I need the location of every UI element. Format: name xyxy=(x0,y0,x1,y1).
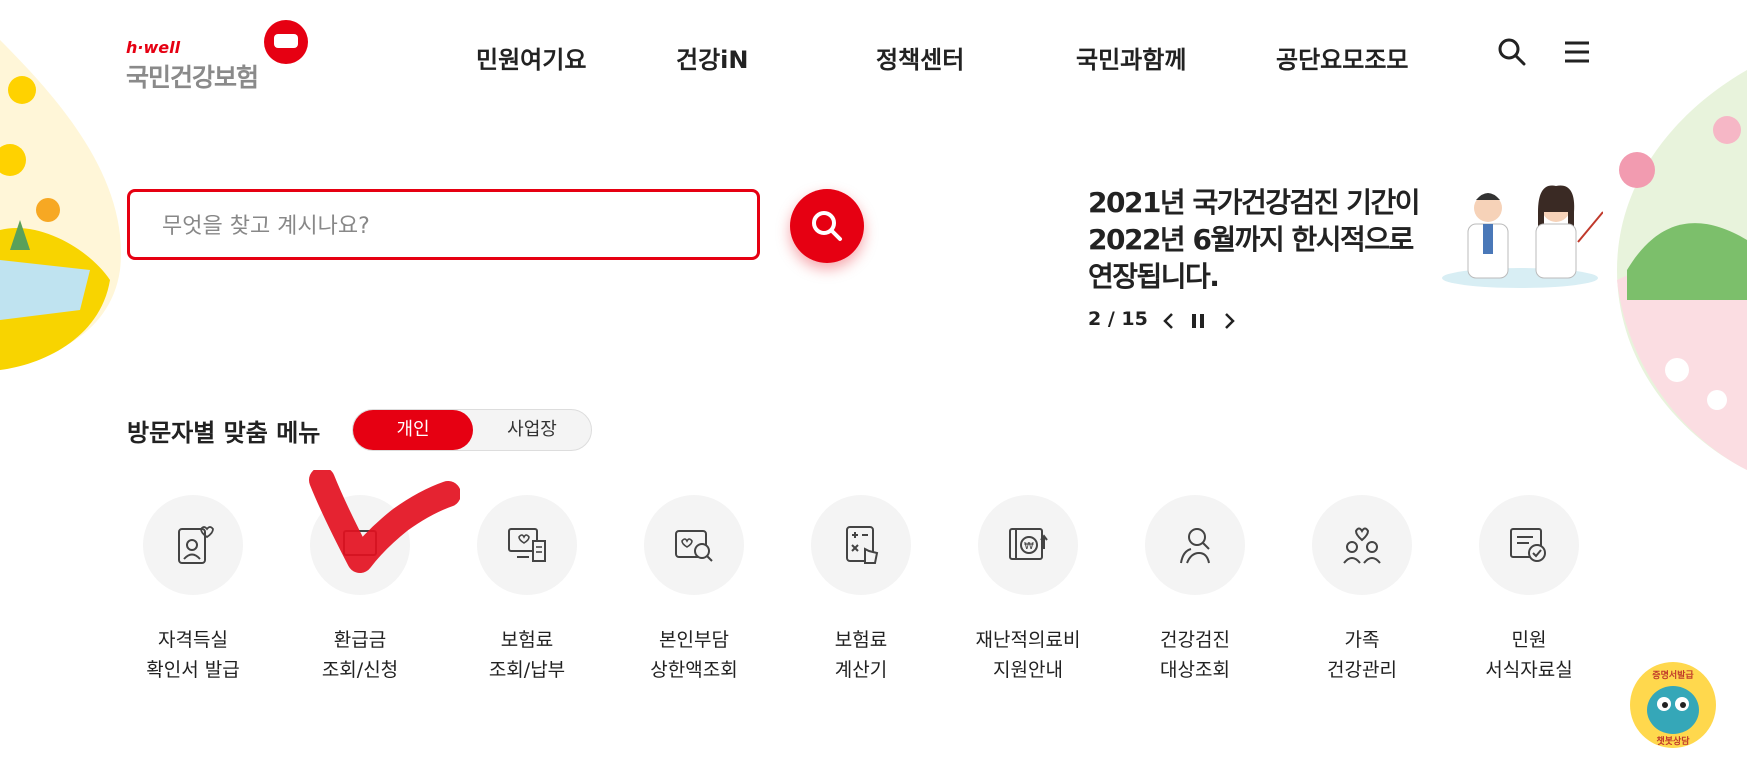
menu-item-health-checkup-eligibility[interactable]: 건강검진 대상조회 xyxy=(1112,495,1278,685)
menu-label-line1: 환급금 xyxy=(333,629,387,651)
menu-icon-circle xyxy=(1145,495,1245,595)
search-heart-icon xyxy=(675,530,713,562)
logo-brand-name: 국민건강보험 xyxy=(126,63,259,92)
menu-icon-circle xyxy=(1479,495,1579,595)
menu-item-premium-payment[interactable]: 보험료 조회/납부 xyxy=(444,495,610,685)
won-support-icon: ₩ xyxy=(1009,528,1048,560)
menu-label-line2: 계산기 xyxy=(834,659,888,681)
menu-item-label: 자격득실 확인서 발급 xyxy=(110,625,276,685)
chatbot-label-bottom: 챗봇상담 xyxy=(1656,735,1690,747)
menu-label-line1: 민원 xyxy=(1511,629,1547,651)
menu-label-line2: 지원안내 xyxy=(993,659,1063,681)
nav-item-civil-service[interactable]: 민원여기요 xyxy=(476,40,586,75)
visitor-type-toggle: 개인 사업장 xyxy=(352,409,592,451)
chatbot-button[interactable]: 증명서발급 챗봇상담 xyxy=(1628,660,1718,750)
flower-decoration-left xyxy=(0,40,121,370)
nav-item-policy-center[interactable]: 정책센터 xyxy=(876,40,964,75)
menu-label-line1: 건강검진 xyxy=(1160,629,1230,651)
menu-label-line2: 조회/납부 xyxy=(488,659,566,681)
pause-icon[interactable] xyxy=(1187,310,1209,332)
menu-item-qualification-certificate[interactable]: 자격득실 확인서 발급 xyxy=(110,495,276,685)
logo-brand-small: h·well xyxy=(126,38,181,57)
menu-icon-circle xyxy=(477,495,577,595)
id-card-heart-icon xyxy=(178,526,214,564)
search-button[interactable] xyxy=(790,189,864,263)
checkmark-annotation xyxy=(309,470,460,573)
menu-label-line2: 확인서 발급 xyxy=(146,659,240,681)
menu-icon-circle xyxy=(143,495,243,595)
family-heart-icon xyxy=(1343,527,1381,564)
doctors-illustration xyxy=(1442,185,1603,288)
nav-item-about-agency[interactable]: 공단요모조모 xyxy=(1276,40,1408,75)
search-icon xyxy=(812,211,842,241)
notice-line-2: 2022년 6월까지 한시적으로 xyxy=(1088,223,1414,256)
menu-label-line2: 상한액조회 xyxy=(650,659,738,681)
menu-icon-circle xyxy=(1312,495,1412,595)
toggle-individual[interactable]: 개인 xyxy=(353,410,473,450)
menu-item-family-health[interactable]: 가족 건강관리 xyxy=(1279,495,1445,685)
menu-label-line1: 가족 xyxy=(1344,629,1380,651)
menu-item-copay-limit[interactable]: 본인부담 상한액조회 xyxy=(611,495,777,685)
menu-item-catastrophic-medical-support[interactable]: ₩ 재난적의료비 지원안내 xyxy=(945,495,1111,685)
search-icon[interactable] xyxy=(1496,36,1528,68)
document-check-icon xyxy=(1510,528,1546,562)
calculator-icon xyxy=(846,526,879,564)
menu-label-line2: 서식자료실 xyxy=(1485,659,1573,681)
menu-item-label: 환급금 조회/신청 xyxy=(277,625,443,685)
notice-line-1: 2021년 국가건강검진 기간이 xyxy=(1088,186,1421,219)
nav-item-health-in[interactable]: 건강iN xyxy=(676,40,748,75)
menu-label-line1: 보험료 xyxy=(500,629,554,651)
menu-label-line1: 본인부담 xyxy=(659,629,729,651)
chevron-right-icon[interactable] xyxy=(1218,310,1240,332)
chevron-left-icon[interactable] xyxy=(1158,310,1180,332)
menu-icon-circle xyxy=(644,495,744,595)
chatbot-label-top: 증명서발급 xyxy=(1652,669,1694,681)
menu-label-line2: 건강관리 xyxy=(1327,659,1397,681)
menu-label-line1: 자격득실 xyxy=(158,629,228,651)
menu-item-civil-forms[interactable]: 민원 서식자료실 xyxy=(1446,495,1612,685)
hamburger-menu-icon[interactable] xyxy=(1561,36,1593,68)
notice-line-3: 연장됩니다. xyxy=(1088,260,1220,293)
site-logo[interactable]: h·well 국민건강보험 xyxy=(126,18,316,92)
menu-item-label: 재난적의료비 지원안내 xyxy=(945,625,1111,685)
search-input[interactable] xyxy=(160,206,724,246)
people-search-icon xyxy=(1180,528,1210,564)
monitor-receipt-icon xyxy=(508,528,546,562)
menu-label-line1: 보험료 xyxy=(834,629,888,651)
notice-banner-text[interactable]: 2021년 국가건강검진 기간이 2022년 6월까지 한시적으로 연장됩니다. xyxy=(1088,184,1428,295)
flower-decoration-right xyxy=(1617,70,1747,470)
logo-mask-icon xyxy=(264,20,308,64)
menu-icon-circle xyxy=(811,495,911,595)
visitor-menu-title: 방문자별 맞춤 메뉴 xyxy=(127,419,321,447)
nav-item-with-citizens[interactable]: 국민과함께 xyxy=(1076,40,1186,75)
menu-item-label: 보험료 계산기 xyxy=(778,625,944,685)
search-box xyxy=(127,189,760,260)
menu-label-line2: 조회/신청 xyxy=(321,659,399,681)
menu-item-label: 민원 서식자료실 xyxy=(1446,625,1612,685)
menu-item-label: 보험료 조회/납부 xyxy=(444,625,610,685)
menu-icon-circle: ₩ xyxy=(978,495,1078,595)
menu-label-line2: 대상조회 xyxy=(1160,659,1230,681)
menu-item-premium-calculator[interactable]: 보험료 계산기 xyxy=(778,495,944,685)
notice-pager: 2 / 15 xyxy=(1088,308,1148,330)
svg-text:₩: ₩ xyxy=(1024,541,1034,552)
menu-item-label: 가족 건강관리 xyxy=(1279,625,1445,685)
toggle-business[interactable]: 사업장 xyxy=(473,410,591,450)
menu-label-line1: 재난적의료비 xyxy=(975,629,1081,651)
menu-item-label: 본인부담 상한액조회 xyxy=(611,625,777,685)
menu-item-label: 건강검진 대상조회 xyxy=(1112,625,1278,685)
